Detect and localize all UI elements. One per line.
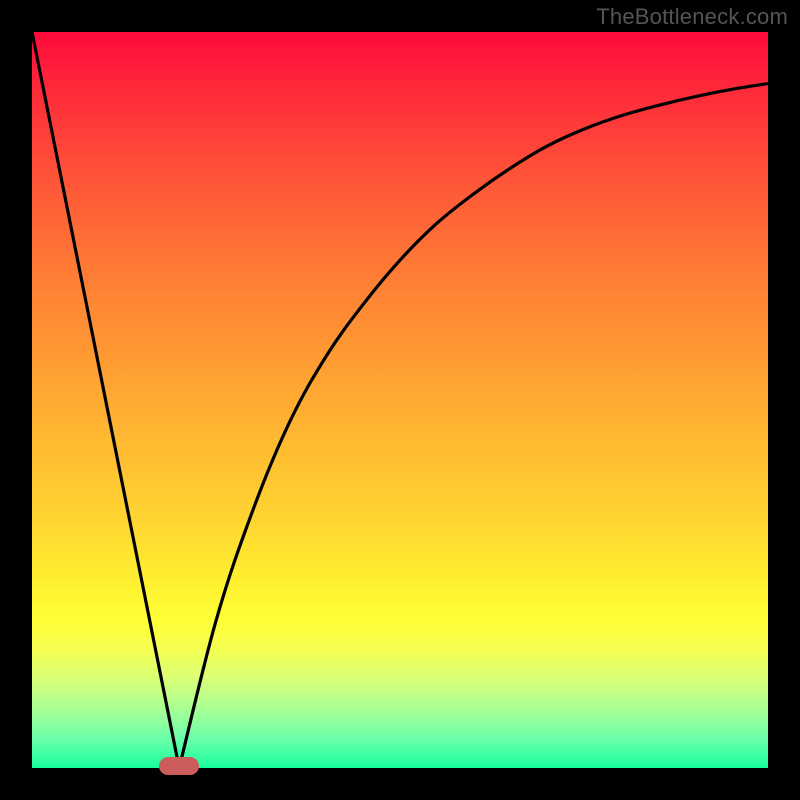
plot-area bbox=[32, 32, 768, 768]
vertex-marker bbox=[159, 757, 199, 775]
curve-layer bbox=[32, 32, 768, 768]
chart-frame: TheBottleneck.com bbox=[0, 0, 800, 800]
left-branch-line bbox=[32, 32, 179, 768]
watermark-text: TheBottleneck.com bbox=[596, 4, 788, 30]
right-branch-line bbox=[179, 84, 768, 768]
